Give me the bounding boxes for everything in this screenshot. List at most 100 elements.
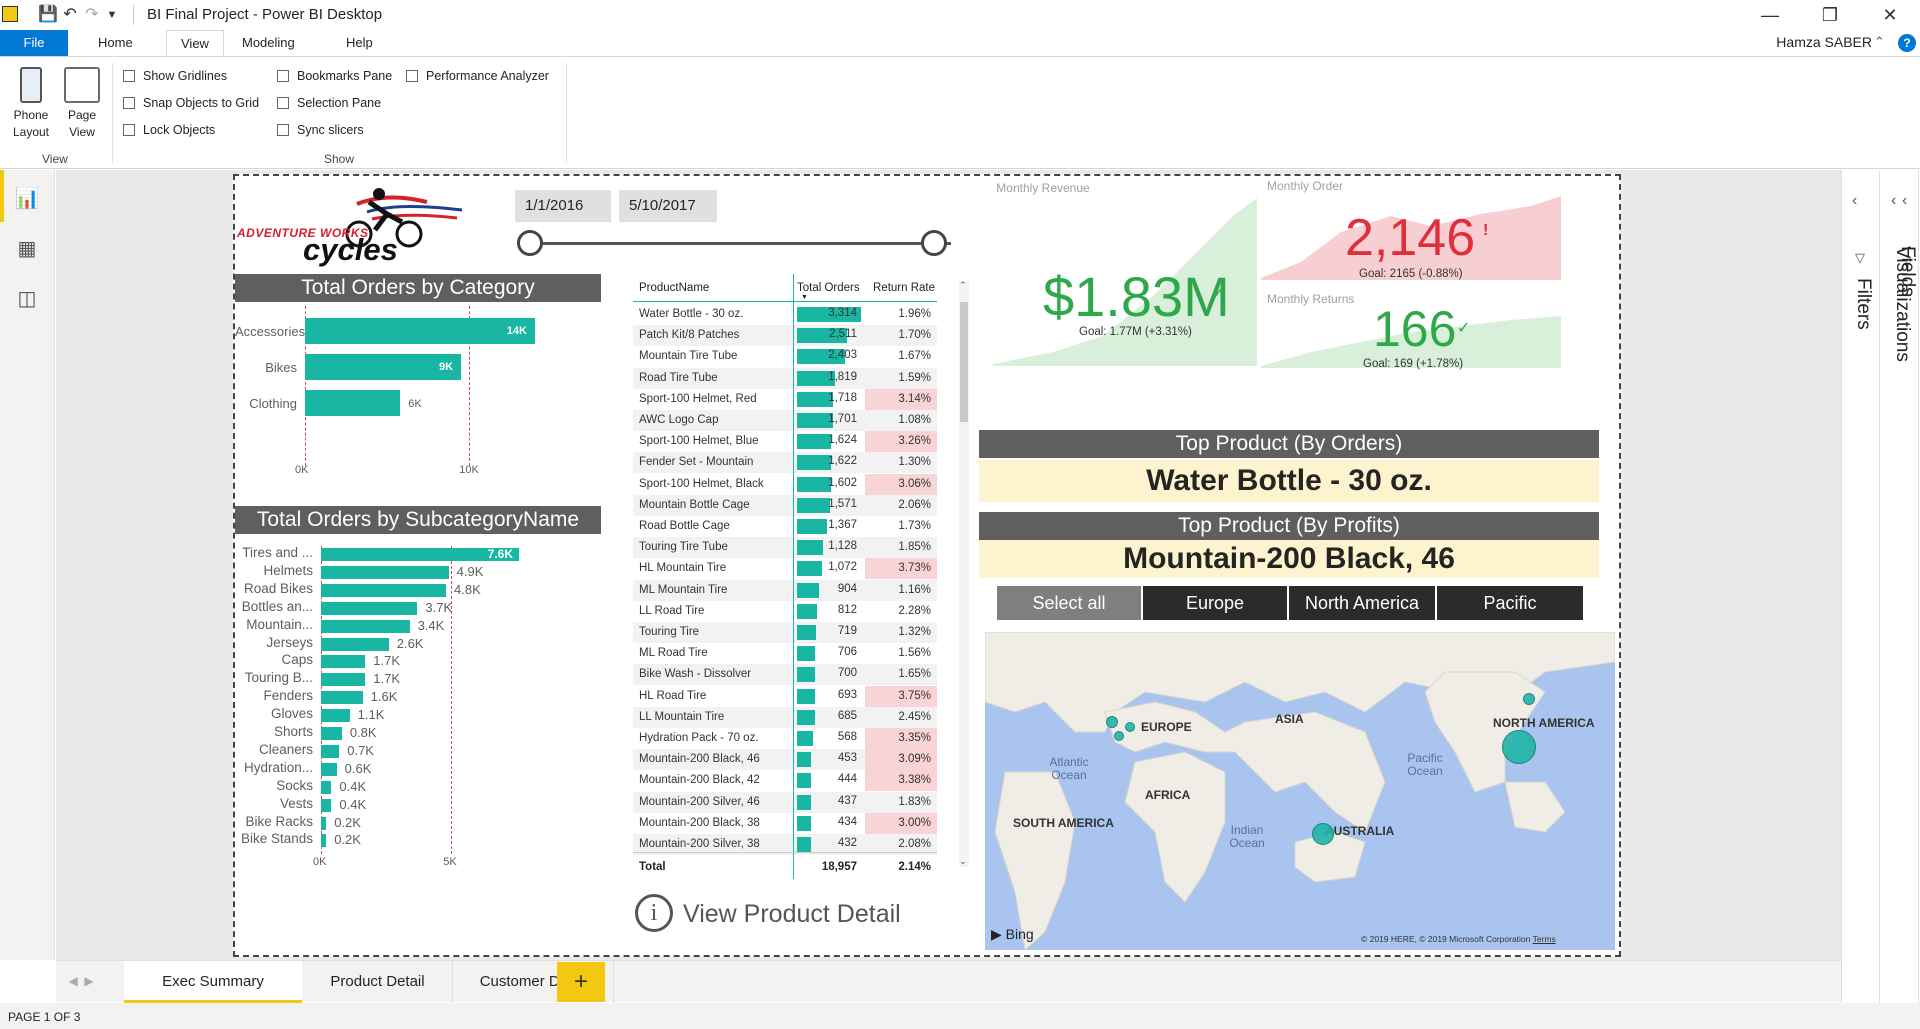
save-icon[interactable]: 💾 — [38, 5, 58, 25]
bar[interactable] — [321, 583, 447, 597]
bar[interactable] — [321, 744, 340, 758]
show-gridlines-checkbox[interactable]: Show Gridlines — [123, 69, 227, 83]
bar[interactable] — [321, 780, 332, 794]
lock-objects-checkbox[interactable]: Lock Objects — [123, 123, 215, 137]
table-row[interactable]: Sport-100 Helmet, Blue 1,624 3.26% — [633, 431, 937, 453]
page-view-button[interactable]: Page View — [60, 67, 104, 141]
add-page-button[interactable]: + — [557, 962, 605, 1002]
bar[interactable] — [321, 637, 389, 651]
table-row[interactable]: Road Bottle Cage 1,367 1.73% — [633, 516, 937, 537]
orders-map[interactable]: EUROPE ASIA NORTH AMERICA AFRICA SOUTH A… — [985, 632, 1615, 950]
header-total-orders[interactable]: Total Orders — [797, 282, 860, 294]
table-row[interactable]: Road Tire Tube 1,819 1.59% — [633, 367, 937, 389]
report-view-icon[interactable]: 📊 — [13, 186, 41, 212]
scrollbar-thumb[interactable] — [960, 302, 968, 422]
tab-home[interactable]: Home — [84, 30, 147, 56]
region-pacific[interactable]: Pacific — [1437, 586, 1583, 620]
user-name[interactable]: Hamza SABER — [1776, 34, 1872, 50]
map-bubble[interactable] — [1312, 823, 1334, 845]
bar[interactable] — [321, 601, 418, 615]
snap-objects-checkbox[interactable]: Snap Objects to Grid — [123, 96, 259, 110]
end-date-input[interactable]: 5/10/2017 — [619, 190, 717, 222]
filters-pane[interactable]: ‹ ▽ Filters — [1842, 170, 1880, 1025]
collapse-ribbon-icon[interactable]: ⌃ — [1874, 34, 1885, 50]
bookmarks-pane-checkbox[interactable]: Bookmarks Pane — [277, 69, 392, 83]
table-row[interactable]: Mountain-200 Black, 42 444 3.38% — [633, 770, 937, 792]
chevron-left-icon[interactable]: ‹ — [1852, 192, 1857, 210]
table-row[interactable]: ML Mountain Tire 904 1.16% — [633, 579, 937, 601]
tab-nav-arrows[interactable]: ◀ ▶ — [56, 974, 106, 988]
customize-qa-icon[interactable]: ▼ — [102, 5, 122, 25]
table-row[interactable]: Fender Set - Mountain 1,622 1.30% — [633, 452, 937, 474]
table-row[interactable]: Mountain-200 Silver, 46 437 1.83% — [633, 791, 937, 813]
table-row[interactable]: AWC Logo Cap 1,701 1.08% — [633, 410, 937, 431]
bar[interactable] — [321, 709, 350, 723]
table-scrollbar[interactable]: ⌃ ⌄ — [959, 280, 969, 867]
data-view-icon[interactable]: ▦ — [13, 236, 41, 262]
region-europe[interactable]: Europe — [1143, 586, 1287, 620]
table-row[interactable]: LL Road Tire 812 2.28% — [633, 601, 937, 622]
table-row[interactable]: HL Mountain Tire 1,072 3.73% — [633, 558, 937, 580]
region-select-all[interactable]: Select all — [997, 586, 1141, 620]
start-date-input[interactable]: 1/1/2016 — [515, 190, 611, 222]
map-bubble[interactable] — [1114, 731, 1124, 741]
model-view-icon[interactable]: ◫ — [13, 286, 41, 312]
table-row[interactable]: LL Mountain Tire 685 2.45% — [633, 706, 937, 728]
region-north-america[interactable]: North America — [1289, 586, 1435, 620]
tab-file[interactable]: File — [0, 30, 68, 56]
help-icon[interactable]: ? — [1898, 34, 1916, 52]
table-row[interactable]: Mountain Tire Tube 2,403 1.67% — [633, 346, 937, 367]
bar[interactable] — [321, 655, 366, 669]
table-row[interactable]: Patch Kit/8 Patches 2,511 1.70% — [633, 325, 937, 347]
table-row[interactable]: HL Road Tire 693 3.75% — [633, 685, 937, 707]
view-product-detail-button[interactable]: i View Product Detail — [635, 892, 935, 936]
table-row[interactable]: Sport-100 Helmet, Red 1,718 3.14% — [633, 388, 937, 410]
bar[interactable] — [321, 727, 342, 740]
bar[interactable] — [321, 673, 366, 687]
bar[interactable] — [321, 691, 363, 705]
header-product-name[interactable]: ProductName — [639, 282, 709, 294]
map-bubble[interactable] — [1125, 722, 1135, 732]
scroll-down-icon[interactable]: ⌄ — [959, 856, 967, 867]
table-row[interactable]: ML Road Tire 706 1.56% — [633, 643, 937, 664]
table-row[interactable]: Touring Tire Tube 1,128 1.85% — [633, 537, 937, 559]
page-tab-product-detail[interactable]: Product Detail — [303, 961, 453, 1003]
table-row[interactable]: Touring Tire 719 1.32% — [633, 622, 937, 643]
tab-modeling[interactable]: Modeling — [228, 30, 309, 56]
close-button[interactable]: ✕ — [1860, 0, 1920, 30]
map-bubble[interactable] — [1523, 693, 1535, 705]
redo-icon[interactable]: ↷ — [82, 5, 102, 25]
tab-help[interactable]: Help — [332, 30, 387, 56]
minimize-button[interactable]: — — [1740, 0, 1800, 30]
bar[interactable] — [321, 834, 327, 848]
table-row[interactable]: Water Bottle - 30 oz. 3,314 1.96% — [633, 304, 937, 325]
performance-analyzer-checkbox[interactable]: Performance Analyzer — [406, 69, 549, 83]
scroll-up-icon[interactable]: ⌃ — [959, 280, 967, 291]
fields-pane[interactable]: ‹ Fields — [1896, 170, 1920, 1025]
table-row[interactable]: Mountain-200 Black, 38 434 3.00% — [633, 812, 937, 834]
bar[interactable] — [321, 762, 337, 776]
phone-layout-button[interactable]: Phone Layout — [8, 67, 54, 141]
sync-slicers-checkbox[interactable]: Sync slicers — [277, 123, 364, 137]
date-slider-start-handle[interactable] — [517, 230, 543, 256]
bar[interactable] — [321, 619, 410, 633]
bar[interactable] — [305, 390, 401, 416]
bar[interactable] — [321, 565, 449, 579]
selection-pane-checkbox[interactable]: Selection Pane — [277, 96, 381, 110]
page-tab-exec-summary[interactable]: Exec Summary — [124, 961, 302, 1003]
map-bubble[interactable] — [1106, 716, 1118, 728]
header-return-rate[interactable]: Return Rate — [873, 282, 935, 294]
terms-link[interactable]: Terms — [1533, 934, 1556, 944]
restore-button[interactable]: ❐ — [1800, 0, 1860, 30]
table-row[interactable]: Hydration Pack - 70 oz. 568 3.35% — [633, 728, 937, 749]
date-slider-end-handle[interactable] — [921, 230, 947, 256]
table-row[interactable]: Sport-100 Helmet, Black 1,602 3.06% — [633, 473, 937, 495]
undo-icon[interactable]: ↶ — [60, 5, 80, 25]
map-bubble[interactable] — [1502, 730, 1536, 764]
bar[interactable] — [321, 816, 327, 830]
chevron-left-icon[interactable]: ‹ — [1902, 192, 1907, 210]
table-row[interactable]: Mountain-200 Black, 46 453 3.09% — [633, 749, 937, 771]
bar[interactable] — [321, 798, 332, 812]
table-row[interactable]: Bike Wash - Dissolver 700 1.65% — [633, 664, 937, 686]
tab-view[interactable]: View — [166, 30, 224, 57]
